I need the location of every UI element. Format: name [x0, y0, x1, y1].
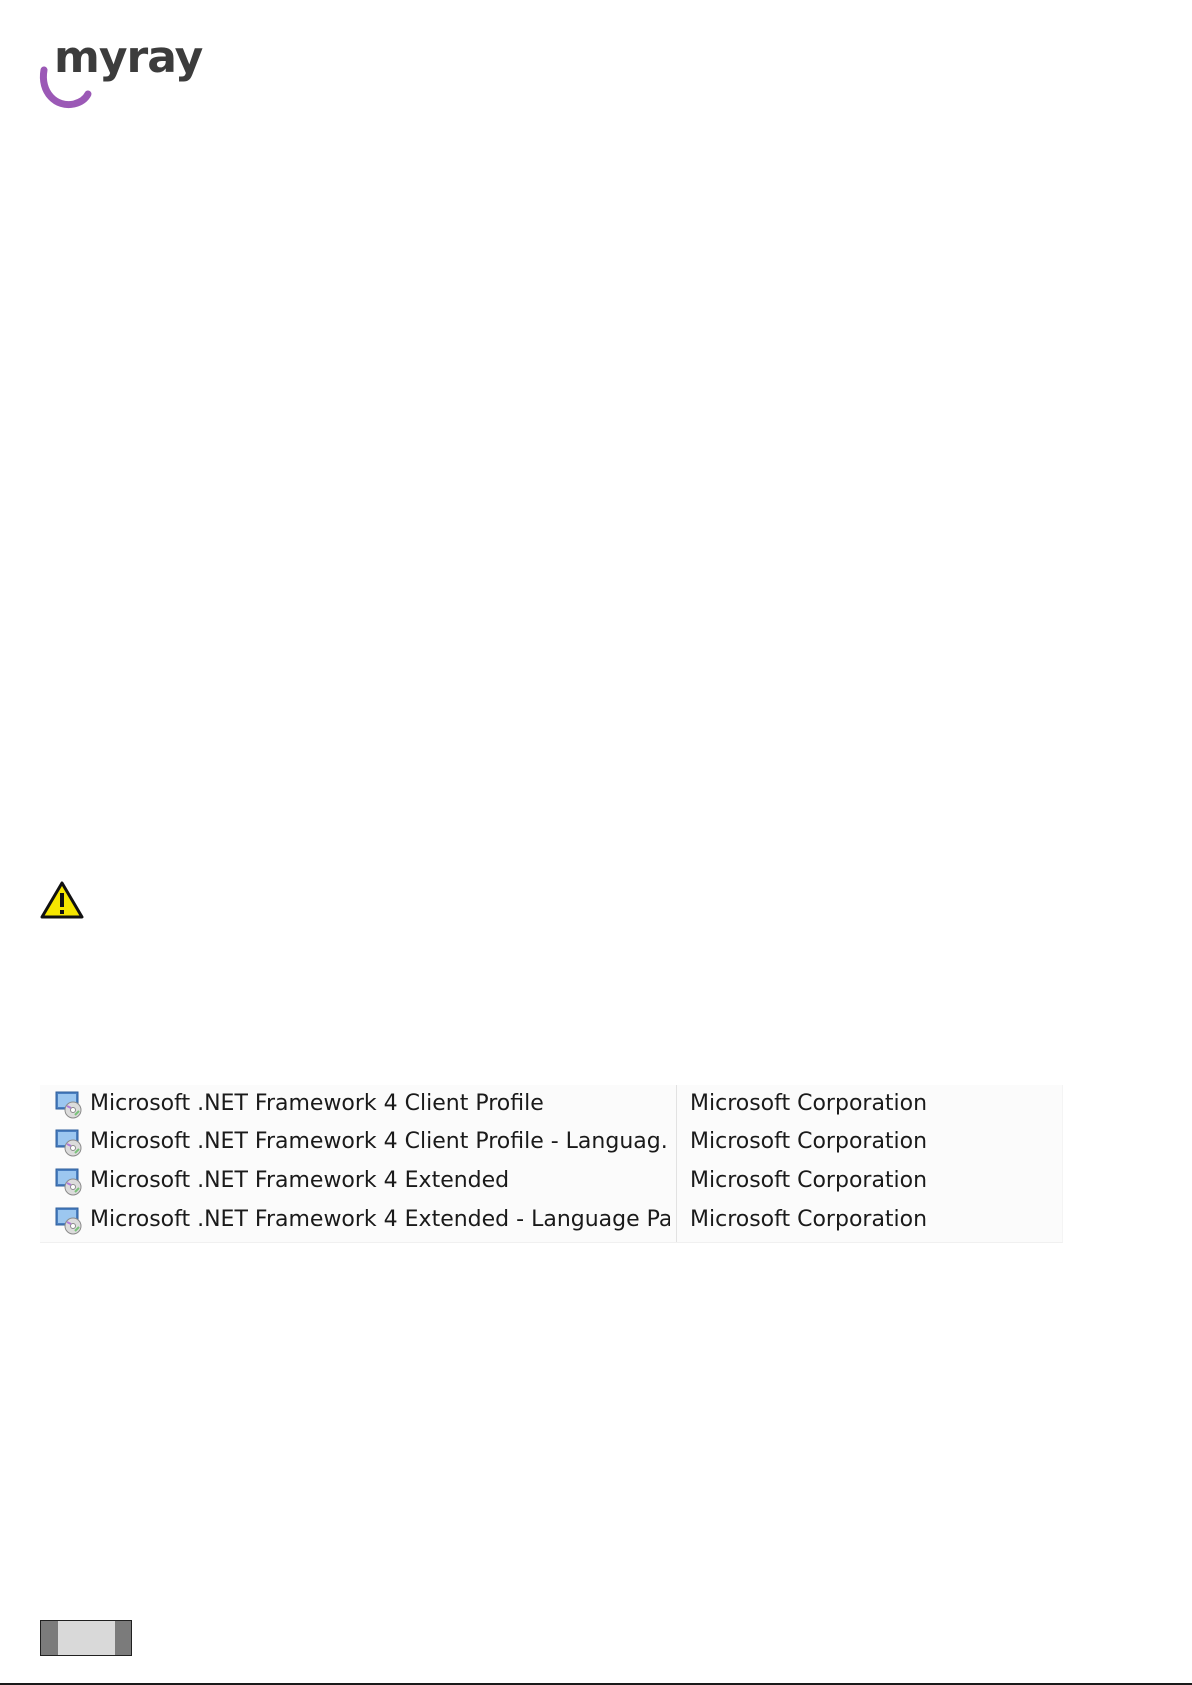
program-row[interactable]: Microsoft .NET Framework 4 Extended Micr… [40, 1162, 1062, 1200]
program-publisher: Microsoft Corporation [690, 1129, 928, 1154]
logo-wordmark: myray [54, 32, 203, 83]
program-row[interactable]: Microsoft .NET Framework 4 Extended - La… [40, 1201, 1062, 1239]
program-name: Microsoft .NET Framework 4 Extended [90, 1168, 510, 1193]
installed-programs-table: Microsoft .NET Framework 4 Client Profil… [40, 1085, 1063, 1243]
program-row[interactable]: Microsoft .NET Framework 4 Client Profil… [40, 1123, 1062, 1161]
program-publisher: Microsoft Corporation [690, 1168, 928, 1193]
installer-cd-monitor-icon [55, 1207, 82, 1235]
myray-logo: myray [38, 32, 203, 109]
installer-cd-monitor-icon [55, 1091, 82, 1119]
program-publisher: Microsoft Corporation [690, 1091, 928, 1116]
program-publisher: Microsoft Corporation [690, 1207, 928, 1232]
installer-cd-monitor-icon [55, 1129, 82, 1157]
program-row[interactable]: Microsoft .NET Framework 4 Client Profil… [40, 1085, 1062, 1123]
warning-triangle-icon [40, 881, 84, 919]
page-number-tab [40, 1620, 132, 1656]
installer-cd-monitor-icon [55, 1168, 82, 1196]
program-name: Microsoft .NET Framework 4 Client Profil… [90, 1091, 544, 1116]
program-name: Microsoft .NET Framework 4 Client Profil… [90, 1129, 670, 1154]
program-name: Microsoft .NET Framework 4 Extended - La… [90, 1207, 670, 1232]
